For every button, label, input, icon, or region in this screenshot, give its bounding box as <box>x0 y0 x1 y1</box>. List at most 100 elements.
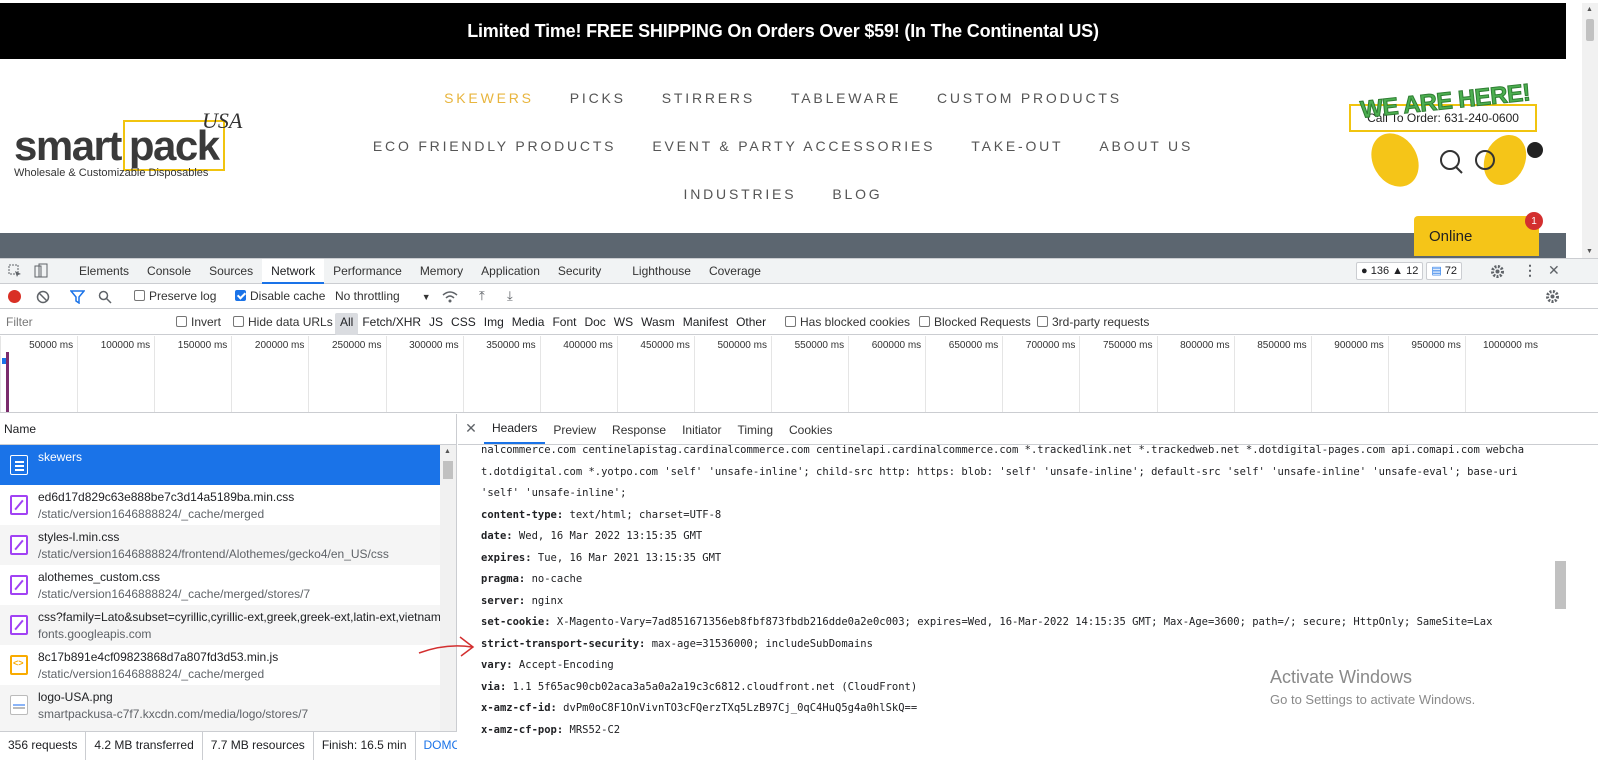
timeline-tick: 1000000 ms <box>1464 336 1542 412</box>
type-filter-css[interactable]: CSS <box>447 309 480 335</box>
watermark-subtitle: Go to Settings to activate Windows. <box>1270 692 1476 707</box>
blocked-cookies-checkbox[interactable]: Has blocked cookies <box>785 309 910 335</box>
nav-eco-friendly[interactable]: ECO FRIENDLY PRODUCTS <box>373 138 616 154</box>
headers-scrollbar[interactable] <box>1552 446 1568 760</box>
settings-gear-icon[interactable] <box>1490 264 1505 279</box>
network-settings-gear-icon[interactable] <box>1545 289 1560 304</box>
scroll-up-icon[interactable]: ▲ <box>1586 6 1593 13</box>
blocked-requests-checkbox[interactable]: Blocked Requests <box>919 309 1031 335</box>
type-filter-media[interactable]: Media <box>508 309 549 335</box>
timeline-tick: 200000 ms <box>231 336 308 412</box>
device-toolbar-icon[interactable] <box>34 263 48 279</box>
clear-icon[interactable] <box>36 290 50 304</box>
tab-performance[interactable]: Performance <box>324 259 411 284</box>
timeline-tick: 700000 ms <box>1002 336 1079 412</box>
nav-picks[interactable]: PICKS <box>570 90 626 106</box>
name-column-header[interactable]: Name <box>0 414 456 445</box>
chat-online-button[interactable]: Online 1 <box>1414 212 1543 256</box>
disable-cache-checkbox[interactable]: Disable cache <box>235 284 325 309</box>
nav-industries[interactable]: INDUSTRIES <box>684 186 797 202</box>
error-count[interactable]: ● 136 ▲ 12 <box>1356 262 1424 280</box>
close-detail-icon[interactable]: ✕ <box>458 413 484 444</box>
tab-console[interactable]: Console <box>138 259 200 284</box>
inspect-element-icon[interactable] <box>8 264 22 278</box>
type-filter-all[interactable]: All <box>335 313 359 335</box>
type-filter-font[interactable]: Font <box>548 309 580 335</box>
tab-initiator[interactable]: Initiator <box>674 416 729 444</box>
tab-elements[interactable]: Elements <box>70 259 138 284</box>
request-name: 8c17b891e4cf09823868d7a807fd3d53.min.js <box>38 650 279 664</box>
hide-data-urls-checkbox[interactable]: Hide data URLs <box>233 309 333 335</box>
request-row[interactable]: styles-l.min.css /static/version16468888… <box>0 525 440 565</box>
transferred-size: 4.2 MB transferred <box>86 732 203 760</box>
nav-take-out[interactable]: TAKE-OUT <box>971 138 1063 154</box>
timeline-tick-label: 950000 ms <box>1411 340 1461 351</box>
tab-preview[interactable]: Preview <box>545 416 604 444</box>
nav-custom-products[interactable]: CUSTOM PRODUCTS <box>937 90 1122 106</box>
request-row[interactable]: 8c17b891e4cf09823868d7a807fd3d53.min.js … <box>0 645 440 685</box>
header-line: pragma: no-cache <box>481 573 1553 585</box>
type-filter-fetch-xhr[interactable]: Fetch/XHR <box>358 309 425 335</box>
network-status-bar: 356 requests 4.2 MB transferred 7.7 MB r… <box>0 731 457 760</box>
page-scrollbar-thumb[interactable] <box>1586 19 1594 41</box>
tab-sources[interactable]: Sources <box>200 259 262 284</box>
nav-stirrers[interactable]: STIRRERS <box>662 90 755 106</box>
nav-about-us[interactable]: ABOUT US <box>1099 138 1193 154</box>
issue-counters[interactable]: ● 136 ▲ 12 ▤ 72 <box>1356 262 1463 280</box>
timeline-tick: 300000 ms <box>385 336 463 412</box>
import-har-icon[interactable]: ⤒ <box>479 288 485 304</box>
request-row[interactable]: css?family=Lato&subset=cyrillic,cyrillic… <box>0 605 440 645</box>
scroll-up-icon[interactable]: ▲ <box>444 448 451 455</box>
scroll-down-icon[interactable]: ▼ <box>1586 248 1593 255</box>
record-icon[interactable] <box>8 290 21 303</box>
page-scrollbar[interactable]: ▲ ▼ <box>1582 3 1598 258</box>
tab-lighthouse[interactable]: Lighthouse <box>623 259 700 284</box>
close-devtools-icon[interactable]: ✕ <box>1548 262 1560 279</box>
nav-tableware[interactable]: TABLEWARE <box>791 90 901 106</box>
type-filter-js[interactable]: JS <box>425 309 447 335</box>
tab-headers[interactable]: Headers <box>484 414 546 444</box>
nav-event-party[interactable]: EVENT & PARTY ACCESSORIES <box>652 138 935 154</box>
chat-online-label: Online <box>1429 228 1473 245</box>
tab-security[interactable]: Security <box>549 259 623 284</box>
type-filter-doc[interactable]: Doc <box>580 309 609 335</box>
throttling-select[interactable]: No throttling ▼ <box>335 284 431 310</box>
filter-input[interactable]: Filter <box>3 312 163 331</box>
request-detail-pane: ✕ Headers Preview Response Initiator Tim… <box>458 414 1598 760</box>
type-filter-other[interactable]: Other <box>732 309 770 335</box>
network-overview-timeline[interactable]: 50000 ms 100000 ms 150000 ms 200000 ms 25000… <box>0 336 1598 413</box>
preserve-log-checkbox[interactable]: Preserve log <box>134 284 216 309</box>
request-row[interactable]: ed6d17d829c63e888be7c3d14a5189ba.min.css… <box>0 485 440 525</box>
request-list-scrollbar-thumb[interactable] <box>443 461 453 479</box>
header-value: Tue, 16 Mar 2021 13:15:35 GMT <box>531 551 722 564</box>
request-row[interactable]: alothemes_custom.css /static/version1646… <box>0 565 440 605</box>
more-options-icon[interactable]: ⋮ <box>1523 262 1537 279</box>
export-har-icon[interactable]: ⤓ <box>507 288 513 304</box>
tab-application[interactable]: Application <box>472 259 549 284</box>
filter-icon[interactable] <box>70 290 85 304</box>
type-filter-img[interactable]: Img <box>480 309 508 335</box>
invert-checkbox[interactable]: Invert <box>176 309 221 335</box>
type-filter-wasm[interactable]: Wasm <box>637 309 679 335</box>
request-list-scrollbar[interactable]: ▲ <box>440 445 456 731</box>
headers-scrollbar-thumb[interactable] <box>1555 561 1566 609</box>
tab-coverage[interactable]: Coverage <box>700 259 770 284</box>
request-row[interactable]: skewers <box>0 445 440 485</box>
tab-memory[interactable]: Memory <box>411 259 472 284</box>
tab-timing[interactable]: Timing <box>729 416 781 444</box>
promo-banner[interactable]: Limited Time! FREE SHIPPING On Orders Ov… <box>0 3 1566 59</box>
message-count[interactable]: ▤ 72 <box>1426 262 1463 280</box>
nav-blog[interactable]: BLOG <box>832 186 882 202</box>
third-party-checkbox[interactable]: 3rd-party requests <box>1037 309 1149 335</box>
header-line: 'self' 'unsafe-inline'; <box>481 487 1553 499</box>
network-conditions-icon[interactable] <box>442 290 458 303</box>
tab-cookies[interactable]: Cookies <box>781 416 840 444</box>
tab-network[interactable]: Network <box>262 259 325 284</box>
search-icon[interactable] <box>98 290 112 304</box>
tab-response[interactable]: Response <box>604 416 674 444</box>
type-filter-manifest[interactable]: Manifest <box>679 309 732 335</box>
nav-row-1: SKEWERS PICKS STIRRERS TABLEWARE CUSTOM … <box>0 90 1566 106</box>
nav-skewers[interactable]: SKEWERS <box>444 90 534 106</box>
request-row[interactable]: logo-USA.png smartpackusa-c7f7.kxcdn.com… <box>0 685 440 731</box>
type-filter-ws[interactable]: WS <box>610 309 637 335</box>
